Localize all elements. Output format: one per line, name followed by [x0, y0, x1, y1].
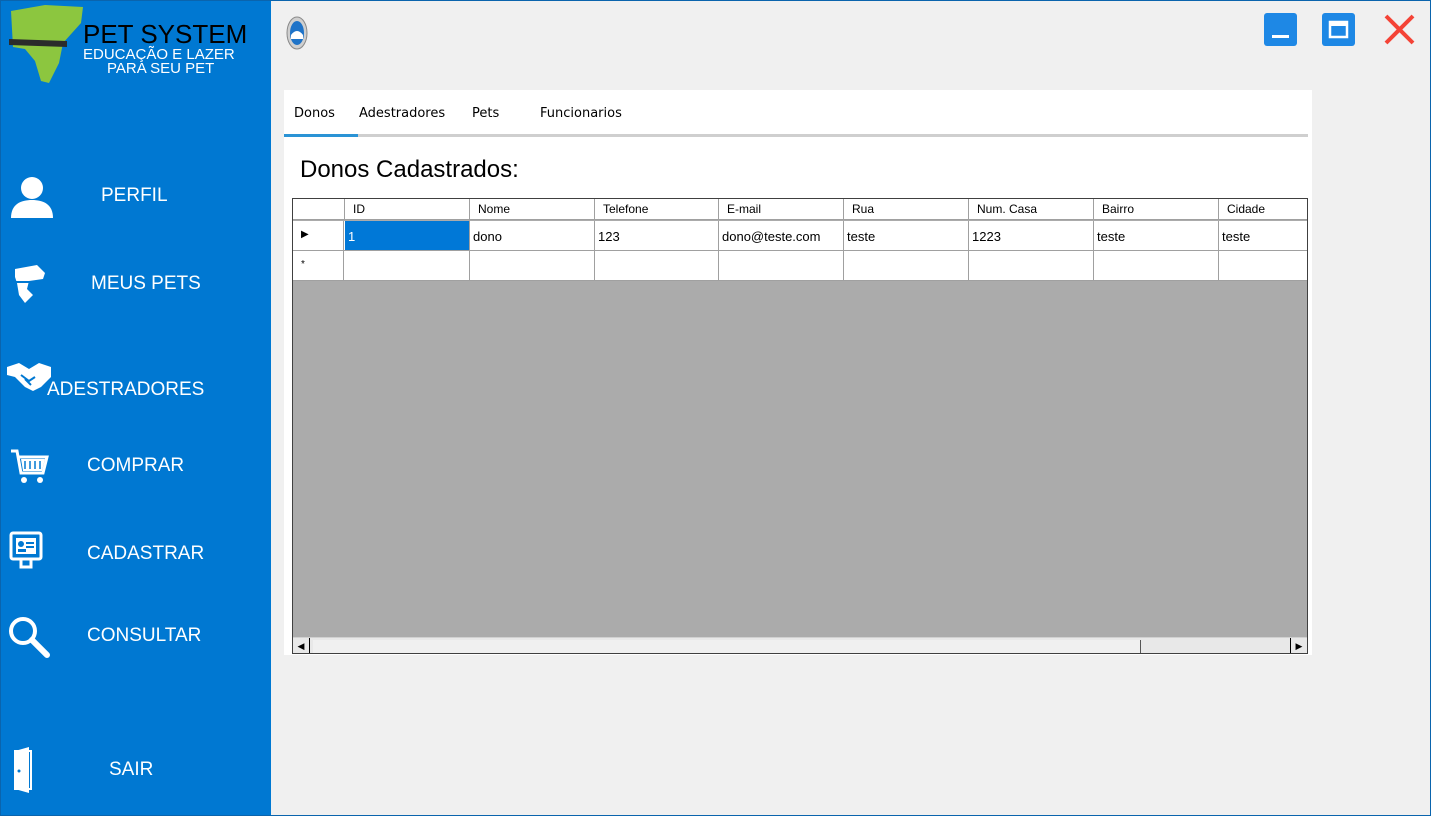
column-header-nome[interactable]: Nome [470, 199, 595, 220]
new-row[interactable]: * [293, 251, 1307, 281]
new-cell-bairro[interactable] [1094, 251, 1219, 280]
cell-id[interactable]: 1 [345, 221, 470, 250]
cell-cidade[interactable]: teste [1219, 221, 1307, 250]
new-cell-nome[interactable] [470, 251, 595, 280]
maximize-icon [1322, 13, 1355, 46]
grid-header-row: ID Nome Telefone E-mail Rua Num. Casa Ba… [293, 199, 1307, 220]
column-header-bairro[interactable]: Bairro [1094, 199, 1219, 220]
scroll-thumb[interactable] [313, 640, 1141, 653]
nav-label-sair: SAIR [109, 759, 154, 780]
column-header-id[interactable]: ID [345, 199, 470, 220]
new-cell-telefone[interactable] [595, 251, 719, 280]
cell-bairro[interactable]: teste [1094, 221, 1219, 250]
new-cell-num-casa[interactable] [969, 251, 1094, 280]
tab-donos[interactable]: Donos [294, 106, 335, 121]
table-row[interactable]: ▶ 1 dono 123 dono@teste.com teste 1223 t… [293, 221, 1307, 251]
nav-perfil[interactable]: PERFIL [1, 161, 271, 231]
nav-meus-pets[interactable]: MEUS PETS [1, 249, 271, 319]
nav-label-consultar: CONSULTAR [87, 625, 202, 646]
app-logo: PET SYSTEM EDUCAÇÃO E LAZER PARA SEU PET [1, 1, 271, 93]
nav-label-perfil: PERFIL [101, 185, 168, 206]
tab-pets[interactable]: Pets [472, 106, 499, 121]
cell-rua[interactable]: teste [844, 221, 969, 250]
owners-data-grid[interactable]: ID Nome Telefone E-mail Rua Num. Casa Ba… [292, 198, 1308, 654]
sidebar: PET SYSTEM EDUCAÇÃO E LAZER PARA SEU PET… [1, 1, 271, 815]
nav-consultar[interactable]: CONSULTAR [1, 603, 271, 673]
app-tagline-line2: PARA SEU PET [107, 60, 215, 77]
tab-divider [284, 134, 1308, 137]
column-header-num-casa[interactable]: Num. Casa [969, 199, 1094, 220]
tab-active-indicator [284, 134, 358, 137]
row-current-marker[interactable]: ▶ [293, 221, 344, 250]
nav-adestradores[interactable]: ADESTRADORES [1, 353, 271, 423]
nav-cadastrar[interactable]: CADASTRAR [1, 519, 271, 589]
minimize-button[interactable] [1264, 13, 1297, 46]
column-header-rua[interactable]: Rua [844, 199, 969, 220]
handshake-icon [7, 363, 51, 391]
close-icon [1384, 14, 1415, 45]
new-cell-id[interactable] [345, 251, 470, 280]
column-header-telefone[interactable]: Telefone [595, 199, 719, 220]
minimize-icon [1264, 13, 1297, 46]
nav-label-comprar: COMPRAR [87, 455, 185, 476]
new-cell-rua[interactable] [844, 251, 969, 280]
tab-strip: Donos Adestradores Pets Funcionarios [284, 90, 1312, 137]
cell-num-casa[interactable]: 1223 [969, 221, 1094, 250]
maximize-button[interactable] [1322, 13, 1355, 46]
nav-comprar[interactable]: COMPRAR [1, 433, 271, 503]
cell-nome[interactable]: dono [470, 221, 595, 250]
grid-corner-header[interactable] [293, 199, 345, 220]
new-cell-cidade[interactable] [1219, 251, 1307, 280]
cell-email[interactable]: dono@teste.com [719, 221, 844, 250]
column-header-email[interactable]: E-mail [719, 199, 844, 220]
shopping-cart-icon [11, 449, 49, 483]
scroll-left-button[interactable]: ◀ [293, 638, 310, 653]
app-title: PET SYSTEM [83, 19, 248, 49]
nav-label-meus-pets: MEUS PETS [91, 273, 201, 294]
app-window: PET SYSTEM EDUCAÇÃO E LAZER PARA SEU PET… [0, 0, 1431, 816]
scroll-right-button[interactable]: ▶ [1290, 638, 1307, 653]
dog-head-icon [15, 265, 45, 303]
cell-telefone[interactable]: 123 [595, 221, 719, 250]
tab-panel: Donos Adestradores Pets Funcionarios Don… [284, 90, 1312, 655]
user-icon [11, 177, 53, 218]
tab-funcionarios[interactable]: Funcionarios [540, 106, 622, 121]
column-header-cidade[interactable]: Cidade [1219, 199, 1307, 220]
new-row-marker[interactable]: * [293, 251, 344, 280]
id-card-monitor-icon [9, 531, 43, 569]
search-icon [9, 617, 50, 658]
app-window-icon [286, 16, 308, 50]
close-button[interactable] [1383, 13, 1416, 46]
nav-label-adestradores: ADESTRADORES [47, 379, 205, 400]
nav-sair[interactable]: SAIR [1, 737, 271, 807]
door-exit-icon [14, 747, 32, 793]
nav-label-cadastrar: CADASTRAR [87, 543, 205, 564]
tab-adestradores[interactable]: Adestradores [359, 106, 445, 121]
page-title: Donos Cadastrados: [300, 156, 519, 183]
horizontal-scrollbar[interactable]: ◀ ▶ [293, 637, 1307, 653]
new-cell-email[interactable] [719, 251, 844, 280]
